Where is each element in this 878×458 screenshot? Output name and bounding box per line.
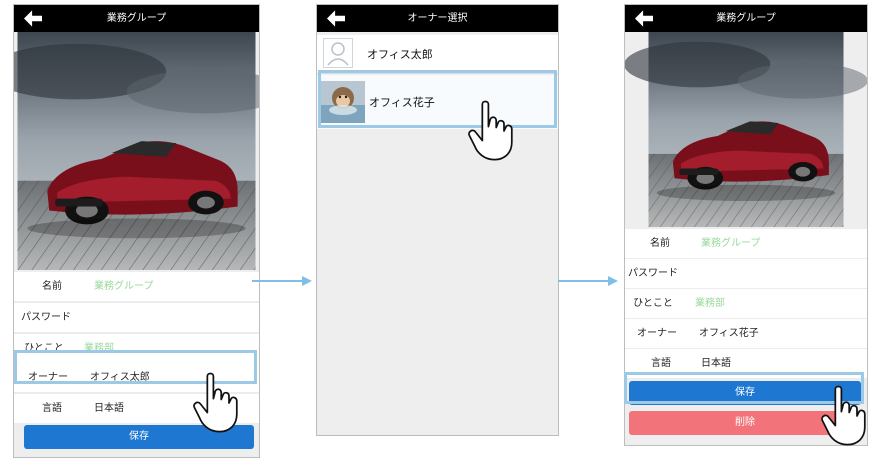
owner-value: オフィス花子 <box>699 328 759 339</box>
page-title: 業務グループ <box>716 13 776 24</box>
name-label: 名前 <box>42 281 62 292</box>
page-title: オーナー選択 <box>407 13 468 24</box>
password-label: パスワード <box>21 312 71 323</box>
comment-field[interactable]: ひとこと 業務部 <box>14 334 259 365</box>
comment-label: ひとこと <box>633 298 673 309</box>
language-label: 言語 <box>651 358 671 369</box>
comment-value: 業務部 <box>695 298 725 309</box>
back-arrow-icon[interactable] <box>24 10 42 27</box>
pointer-hand-icon <box>465 100 517 162</box>
screen-owner-select: オーナー選択 オフィス太郎 オフィス花子 <box>316 4 559 436</box>
name-value: 業務グループ <box>701 238 761 249</box>
owner-value: オフィス太郎 <box>90 372 150 383</box>
language-value: 日本語 <box>94 403 124 414</box>
name-value: 業務グループ <box>94 281 154 292</box>
owner-name: オフィス花子 <box>369 96 435 109</box>
group-photo[interactable] <box>14 32 259 270</box>
page-title: 業務グループ <box>106 13 167 24</box>
owner-label: オーナー <box>637 328 677 339</box>
name-field[interactable]: 名前 業務グループ <box>625 229 867 260</box>
monkey-avatar-icon <box>321 81 365 123</box>
owner-list-item[interactable]: オフィス花子 <box>317 75 558 129</box>
top-bar: 業務グループ <box>625 5 867 32</box>
flow-arrow-icon <box>252 276 312 286</box>
name-label: 名前 <box>650 238 670 249</box>
language-field[interactable]: 言語 日本語 <box>625 349 867 380</box>
comment-label: ひとこと <box>24 343 64 354</box>
password-field[interactable]: パスワード <box>625 259 867 290</box>
back-arrow-icon[interactable] <box>635 10 653 27</box>
flow-arrow-icon <box>558 276 618 286</box>
language-value: 日本語 <box>701 358 731 369</box>
password-field[interactable]: パスワード <box>14 303 259 334</box>
owner-label: オーナー <box>28 372 68 383</box>
comment-field[interactable]: ひとこと 業務部 <box>625 289 867 320</box>
screen-group-edit-updated: 業務グループ 名前 業務グループ パスワード ひとこと 業務部 オーナー オフィ… <box>624 4 868 446</box>
owner-field[interactable]: オーナー オフィス花子 <box>625 319 867 350</box>
comment-value: 業務部 <box>84 343 114 354</box>
owner-name: オフィス太郎 <box>367 48 433 61</box>
pointer-hand-icon <box>190 372 242 434</box>
top-bar: オーナー選択 <box>317 5 558 32</box>
back-arrow-icon[interactable] <box>327 10 345 27</box>
language-label: 言語 <box>42 403 62 414</box>
pointer-hand-icon <box>818 385 870 447</box>
name-field[interactable]: 名前 業務グループ <box>14 272 259 303</box>
password-label: パスワード <box>628 268 678 279</box>
top-bar: 業務グループ <box>14 5 259 32</box>
group-photo[interactable] <box>625 32 867 227</box>
owner-list-item[interactable]: オフィス太郎 <box>317 35 558 74</box>
default-avatar-icon <box>323 38 353 68</box>
